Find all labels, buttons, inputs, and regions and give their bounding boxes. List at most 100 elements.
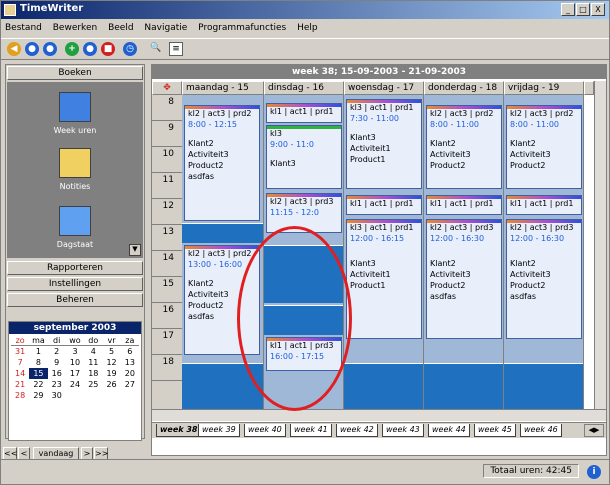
calendar-day[interactable]: 26 — [102, 379, 120, 390]
tab-week-42[interactable]: week 42 — [336, 424, 378, 437]
calendar-day[interactable]: 13 — [121, 357, 139, 368]
horizontal-scrollbar[interactable] — [152, 409, 606, 421]
calendar-day[interactable]: 12 — [102, 357, 120, 368]
event-card[interactable]: kl2 | act3 | prd2 8:00 - 11:00 Klant2 Ac… — [426, 105, 502, 189]
calendar-day[interactable]: 8 — [29, 357, 47, 368]
tab-week-45[interactable]: week 45 — [474, 424, 516, 437]
day-header-wed[interactable]: woensdag - 17 — [344, 81, 424, 95]
menu-help[interactable]: Help — [293, 20, 322, 33]
back-icon[interactable]: ◀ — [7, 42, 21, 56]
search-icon[interactable]: 🔍 — [149, 42, 163, 56]
calendar-day[interactable]: 11 — [84, 357, 102, 368]
info-icon[interactable]: i — [587, 465, 601, 479]
day-column-fri[interactable]: kl2 | act3 | prd2 8:00 - 11:00 Klant2 Ac… — [504, 95, 584, 409]
tab-week-39[interactable]: week 39 — [198, 424, 240, 437]
event-card[interactable]: kl1 | act1 | prd1 — [346, 195, 422, 215]
tab-week-38[interactable]: week 38 — [156, 424, 202, 437]
sidebar-instellingen-button[interactable]: Instellingen — [7, 277, 143, 291]
event-time: 7:30 - 11:00 — [350, 114, 399, 123]
calendar-day[interactable]: 23 — [48, 379, 66, 390]
tab-week-40[interactable]: week 40 — [244, 424, 286, 437]
vertical-scrollbar[interactable] — [594, 81, 606, 409]
calendar-day[interactable]: 14 — [11, 368, 29, 379]
tab-week-46[interactable]: week 46 — [520, 424, 562, 437]
calendar-day[interactable]: 20 — [121, 368, 139, 379]
tab-scroll-icon[interactable]: ◀▶ — [584, 424, 604, 437]
day-header-thu[interactable]: donderdag - 18 — [424, 81, 504, 95]
calendar-day[interactable]: 18 — [84, 368, 102, 379]
event-card[interactable]: kl3 9:00 - 11:0 Klant3 — [266, 125, 342, 189]
add-icon[interactable]: + — [65, 42, 79, 56]
tab-week-41[interactable]: week 41 — [290, 424, 332, 437]
notes-icon[interactable] — [59, 148, 91, 178]
edit-icon[interactable]: ● — [83, 42, 97, 56]
tab-week-44[interactable]: week 44 — [428, 424, 470, 437]
calendar-day[interactable]: 16 — [48, 368, 66, 379]
day-header-tue[interactable]: dinsdag - 16 — [264, 81, 344, 95]
calendar-day[interactable]: 6 — [121, 346, 139, 357]
calendar-day[interactable]: 3 — [66, 346, 84, 357]
calendar-day[interactable]: 25 — [84, 379, 102, 390]
move-icon[interactable]: ✥ — [152, 81, 182, 95]
calendar-day[interactable]: 19 — [102, 368, 120, 379]
calendar-day[interactable]: 15 — [29, 368, 48, 379]
menu-navigatie[interactable]: Navigatie — [140, 20, 191, 33]
calendar-day[interactable]: 9 — [48, 357, 66, 368]
event-card[interactable]: kl2 | act3 | prd3 12:00 - 16:30 Klant2 A… — [506, 219, 582, 339]
event-card[interactable]: kl1 | act1 | prd3 16:00 - 17:15 — [266, 337, 342, 371]
calendar-day[interactable]: 7 — [11, 357, 29, 368]
menu-programmafuncties[interactable]: Programmafuncties — [194, 20, 290, 33]
day-column-mon[interactable]: kl2 | act3 | prd2 8:00 - 12:15 Klant2 Ac… — [182, 95, 264, 409]
sidebar-rapporteren-button[interactable]: Rapporteren — [7, 261, 143, 275]
day-report-icon[interactable] — [59, 206, 91, 236]
menu-bewerken[interactable]: Bewerken — [49, 20, 101, 33]
sidebar-boeken-button[interactable]: Boeken — [7, 66, 143, 80]
calendar-day[interactable]: 21 — [11, 379, 29, 390]
event-card[interactable]: kl2 | act3 | prd3 12:00 - 16:30 Klant2 A… — [426, 219, 502, 339]
calendar-day[interactable]: 31 — [11, 346, 29, 357]
event-card[interactable]: kl1 | act1 | prd1 — [506, 195, 582, 215]
close-button[interactable]: X — [591, 3, 605, 16]
calendar-day[interactable]: 27 — [121, 379, 139, 390]
week-hours-icon[interactable] — [59, 92, 91, 122]
sidebar-beheren-button[interactable]: Beheren — [7, 293, 143, 307]
calendar-day[interactable]: 17 — [66, 368, 84, 379]
calendar-day[interactable]: 28 — [11, 390, 29, 401]
scroll-down-icon[interactable]: ▼ — [129, 244, 141, 256]
calendar-day[interactable]: 2 — [48, 346, 66, 357]
day-column-thu[interactable]: kl2 | act3 | prd2 8:00 - 11:00 Klant2 Ac… — [424, 95, 504, 409]
calendar-day[interactable]: 24 — [66, 379, 84, 390]
hour-label: 17 — [152, 329, 182, 355]
event-card[interactable]: kl3 | act1 | prd1 7:30 - 11:00 Klant3 Ac… — [346, 99, 422, 189]
event-card[interactable]: kl3 | act1 | prd1 12:00 - 16:15 Klant3 A… — [346, 219, 422, 339]
menu-bestand[interactable]: Bestand — [1, 20, 46, 33]
next-icon[interactable]: ● — [43, 42, 57, 56]
clock-icon[interactable]: ◷ — [123, 42, 137, 56]
calendar-day[interactable]: 1 — [29, 346, 47, 357]
event-card[interactable]: kl2 | act3 | prd2 8:00 - 12:15 Klant2 Ac… — [184, 105, 260, 221]
calendar-day[interactable]: 10 — [66, 357, 84, 368]
day-header-fri[interactable]: vrijdag - 19 — [504, 81, 584, 95]
day-column-wed[interactable]: kl3 | act1 | prd1 7:30 - 11:00 Klant3 Ac… — [344, 95, 424, 409]
delete-icon[interactable]: ■ — [101, 42, 115, 56]
day-column-tue[interactable]: kl1 | act1 | prd1 kl3 9:00 - 11:0 Klant3… — [264, 95, 344, 409]
document-icon[interactable]: ≡ — [169, 42, 183, 56]
tab-week-43[interactable]: week 43 — [382, 424, 424, 437]
minimize-button[interactable]: _ — [561, 3, 575, 16]
event-card[interactable]: kl1 | act1 | prd1 — [426, 195, 502, 215]
prev-icon[interactable]: ● — [25, 42, 39, 56]
event-time: 12:00 - 16:30 — [430, 234, 485, 243]
event-head: kl2 | act3 | prd3 — [270, 197, 334, 206]
calendar-day[interactable]: 30 — [48, 390, 66, 401]
event-card[interactable]: kl2 | act3 | prd2 13:00 - 16:00 Klant2 A… — [184, 245, 260, 355]
calendar-day[interactable]: 29 — [29, 390, 47, 401]
calendar-day[interactable]: 22 — [29, 379, 47, 390]
event-card[interactable]: kl1 | act1 | prd1 — [266, 103, 342, 123]
calendar-day[interactable]: 4 — [84, 346, 102, 357]
event-card[interactable]: kl2 | act3 | prd2 8:00 - 11:00 Klant2 Ac… — [506, 105, 582, 189]
calendar-day[interactable]: 5 — [102, 346, 120, 357]
event-card[interactable]: kl2 | act3 | prd3 11:15 - 12:0 — [266, 193, 342, 233]
maximize-button[interactable]: □ — [576, 3, 590, 16]
menu-beeld[interactable]: Beeld — [104, 20, 137, 33]
day-header-mon[interactable]: maandag - 15 — [182, 81, 264, 95]
